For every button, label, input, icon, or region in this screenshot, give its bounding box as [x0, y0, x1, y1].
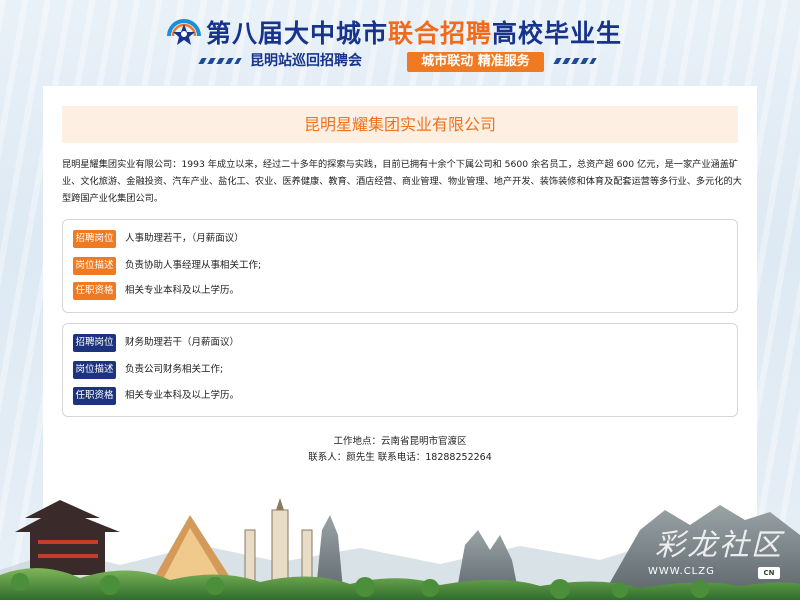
- main-title: 第八届大中城市联合招聘高校毕业生: [206, 17, 622, 51]
- job-box-2: 招聘岗位 财务助理若干（月薪面议） 岗位描述 负责公司财务相关工作; 任职资格 …: [62, 323, 738, 417]
- job-box-1: 招聘岗位 人事助理若干，（月薪面议） 岗位描述 负责协助人事经理从事相关工作; …: [62, 219, 738, 313]
- title-part-1: 第八届大中城市: [206, 19, 389, 48]
- decorative-dashes-right: [553, 58, 597, 64]
- badge-requirement: 任职资格: [73, 282, 116, 300]
- job-description-text: 负责公司财务相关工作;: [125, 364, 224, 375]
- badge-description: 岗位描述: [73, 257, 116, 275]
- job-requirement-text: 相关专业本科及以上学历。: [125, 390, 240, 401]
- page-header: 第八届大中城市联合招聘高校毕业生 昆明站巡回招聘会 城市联动 精准服务: [0, 0, 800, 85]
- job-requirement-text: 相关专业本科及以上学历。: [125, 285, 240, 296]
- decorative-dashes-left: [198, 58, 242, 64]
- company-intro: 昆明星耀集团实业有限公司：1993 年成立以来，经过二十多年的探索与实践，目前已…: [62, 159, 742, 204]
- title-part-2: 联合招聘: [388, 19, 493, 48]
- badge-requirement: 任职资格: [73, 387, 116, 405]
- watermark-url: WWW.CLZG: [648, 566, 715, 577]
- job-description-text: 负责协助人事经理从事相关工作;: [125, 260, 262, 271]
- watermark-cn-badge: CN: [758, 567, 780, 579]
- title-part-3: 高校毕业生: [492, 19, 623, 48]
- subtitle: 昆明站巡回招聘会: [250, 53, 362, 69]
- work-location: 工作地点：云南省昆明市官渡区: [333, 436, 467, 447]
- job-position-text: 财务助理若干（月薪面议）: [125, 337, 240, 348]
- subtitle-tag: 城市联动 精准服务: [407, 52, 544, 72]
- badge-position: 招聘岗位: [73, 230, 116, 248]
- job-position-text: 人事助理若干，（月薪面议）: [125, 233, 244, 244]
- badge-position: 招聘岗位: [73, 334, 116, 352]
- watermark-logo-text: 彩龙社区: [655, 528, 783, 563]
- contact-info: 联系人：颜先生 联系电话：18288252264: [308, 452, 492, 463]
- logo-icon: [167, 19, 201, 45]
- badge-description: 岗位描述: [73, 361, 116, 379]
- company-name-banner: 昆明星耀集团实业有限公司: [62, 106, 738, 143]
